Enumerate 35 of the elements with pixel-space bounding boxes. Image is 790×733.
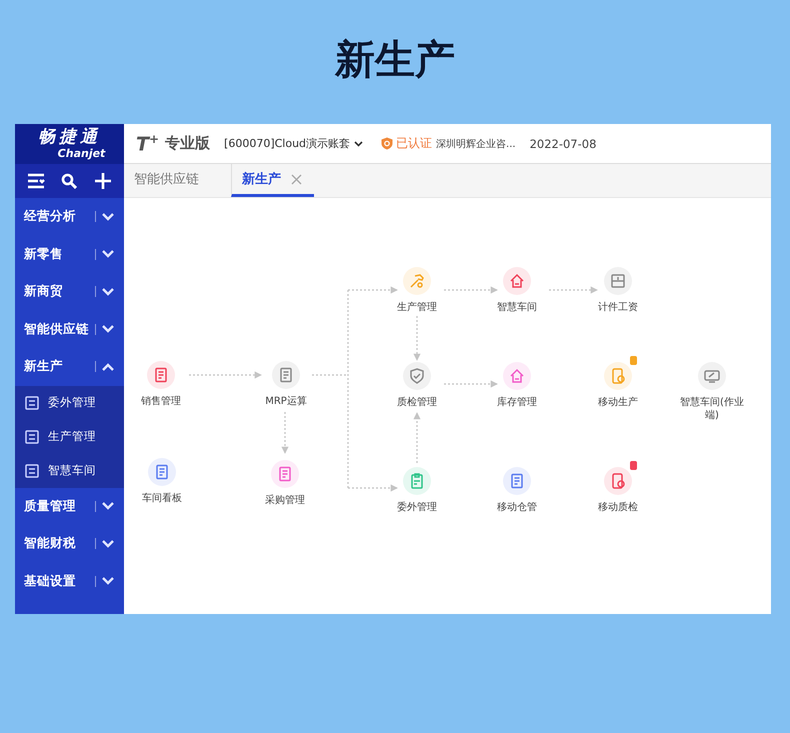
submenu-item[interactable]: 生产管理 [15, 420, 124, 454]
module-label: 移动质检 [597, 501, 639, 514]
menu-item[interactable]: 新商贸 [15, 273, 124, 310]
module-label: 移动仓管 [496, 501, 538, 514]
menu-item[interactable]: 智能财税 [15, 525, 124, 562]
module-label: 库存管理 [496, 396, 538, 409]
company-name: 深圳明辉企业咨... [436, 138, 516, 150]
module-label: 智慧车间(作业端) [679, 396, 745, 422]
module-label: 智慧车间 [496, 301, 538, 314]
module-label: 计件工资 [597, 301, 639, 314]
tab[interactable]: 智能供应链 [134, 164, 211, 197]
menu-item[interactable]: 智能供应链 [15, 310, 124, 348]
account-dropdown[interactable]: [600070]Cloud演示账套 [224, 136, 364, 151]
tab[interactable]: 新生产 [231, 164, 314, 197]
menu-item[interactable]: 基础设置 [15, 562, 124, 600]
module-label: 销售管理 [140, 395, 182, 408]
verified-label: 已认证 [396, 135, 432, 152]
module-label: 移动生产 [597, 396, 639, 409]
submenu-item[interactable]: 智慧车间 [15, 454, 124, 488]
menu-item[interactable]: 新生产 [15, 348, 124, 386]
menu-item[interactable]: 经营分析 [15, 198, 124, 236]
module-label: 车间看板 [141, 492, 183, 505]
submenu-item[interactable]: 委外管理 [15, 386, 124, 420]
edition-label: 专业版 [165, 134, 210, 153]
logo: 畅捷通 Chanjet [15, 124, 124, 164]
module-label: 委外管理 [396, 501, 438, 514]
menu-item[interactable]: 质量管理 [15, 488, 124, 525]
module-label: 质检管理 [396, 396, 438, 409]
module-label: MRP运算 [264, 395, 308, 408]
menu-item[interactable]: 新零售 [15, 236, 124, 273]
module-label: 生产管理 [396, 301, 438, 314]
module-label: 采购管理 [264, 494, 306, 507]
date-label: 2022-07-08 [530, 136, 596, 150]
product-logo: T$^{+}$ [136, 132, 160, 156]
page-title: 新生产 [334, 36, 456, 85]
